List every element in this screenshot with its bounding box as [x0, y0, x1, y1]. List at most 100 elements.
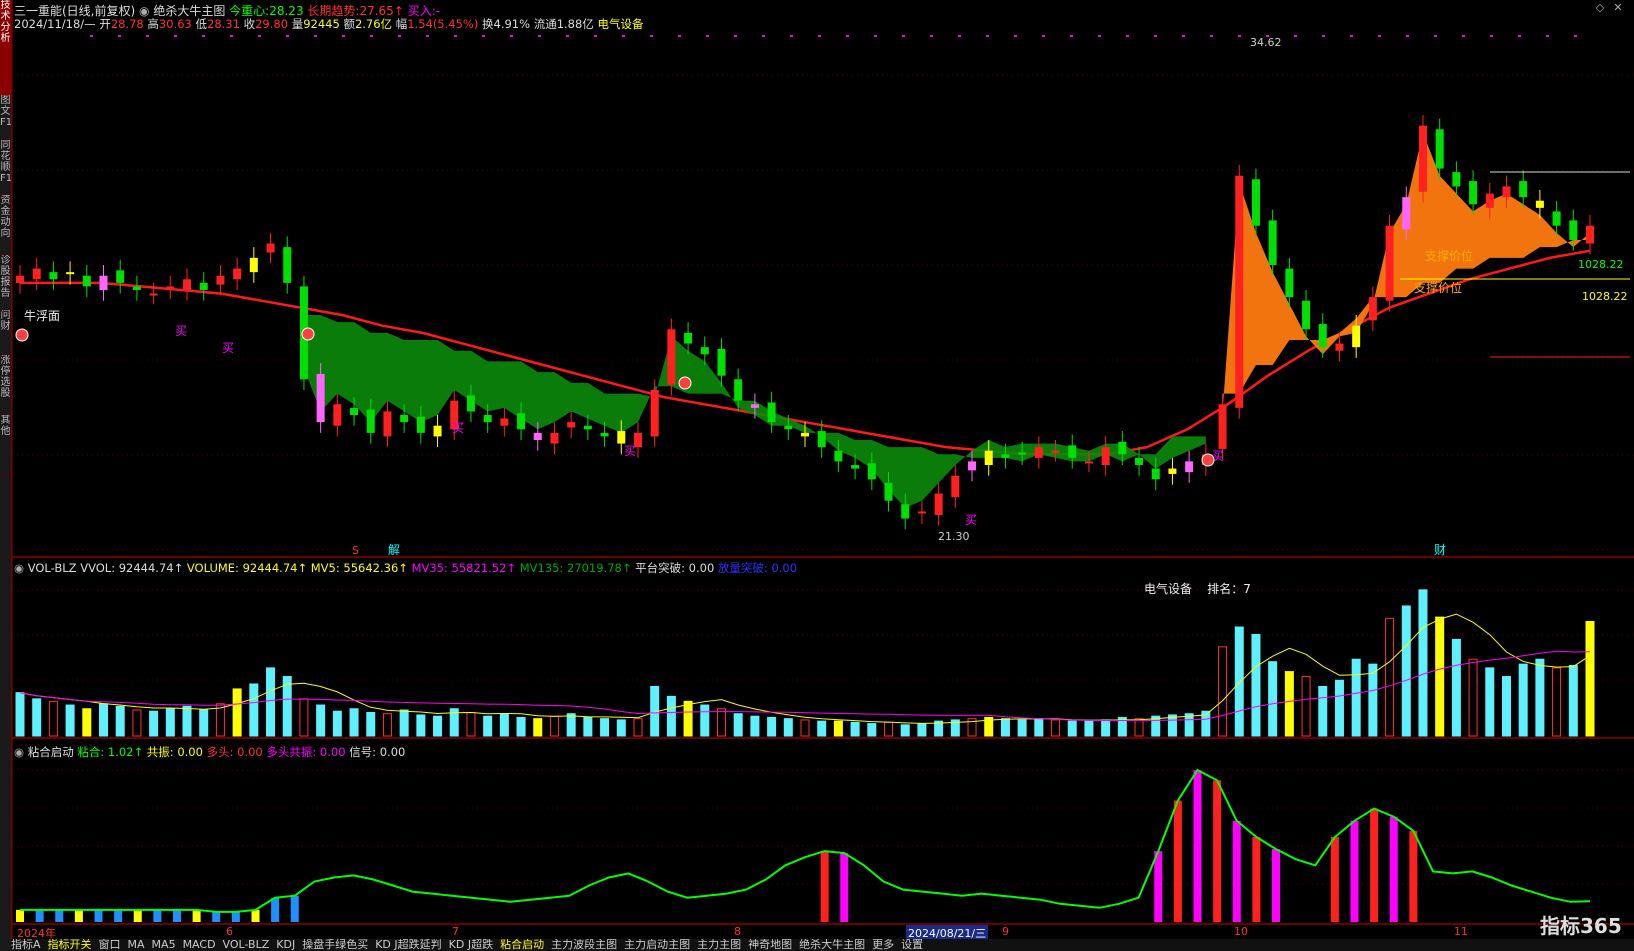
- bottom-tab-2[interactable]: 窗口: [99, 939, 121, 951]
- volume-bar: [817, 720, 827, 737]
- top-dot: [202, 35, 205, 37]
- candle-body: [867, 463, 876, 480]
- bottom-tab-13[interactable]: 主力启动主图: [624, 939, 690, 951]
- volume-bar: [850, 721, 860, 737]
- volume-bar: [1084, 720, 1094, 737]
- top-dot: [1070, 35, 1073, 37]
- ind-name[interactable]: 粘合启动: [28, 745, 74, 759]
- bottom-tab-3[interactable]: MA: [128, 939, 145, 951]
- volume-bar: [249, 683, 259, 737]
- bottom-tab-8[interactable]: 操盘手绿色买: [302, 939, 368, 951]
- top-dot: [678, 35, 681, 37]
- candle-body: [934, 493, 943, 515]
- volume-bar: [48, 700, 58, 737]
- top-dot: [174, 35, 177, 37]
- volume-bar: [733, 713, 743, 737]
- panel-toggle-icon[interactable]: ◉: [14, 561, 24, 575]
- candle-body: [383, 411, 392, 437]
- candle-body: [717, 348, 726, 376]
- candle-body: [1084, 461, 1093, 464]
- top-dot: [510, 35, 513, 37]
- bottom-tab-11[interactable]: 粘合启动: [500, 939, 544, 951]
- volume-bar: [1568, 664, 1578, 737]
- bottom-tab-9[interactable]: KD J超跌延判: [375, 939, 441, 951]
- signal-dot: [15, 328, 29, 342]
- candle-body: [951, 475, 960, 498]
- candle-body: [216, 275, 225, 285]
- top-dot: [1406, 35, 1409, 37]
- volume-bar: [1134, 718, 1144, 737]
- top-dot: [146, 35, 149, 37]
- candle-body: [166, 286, 175, 289]
- volume-bar: [533, 718, 543, 737]
- volume-bar: [266, 667, 276, 737]
- candle-body: [667, 329, 676, 385]
- volume-bar: [716, 708, 726, 737]
- buy-marker: 买: [624, 444, 636, 458]
- candle-body: [984, 450, 993, 465]
- indicator-bar: [840, 853, 849, 922]
- candle-body: [1352, 325, 1361, 348]
- volume-bar: [382, 713, 392, 737]
- volume-bar: [666, 695, 676, 737]
- volume-bar: [165, 708, 175, 737]
- top-dot: [1154, 35, 1157, 37]
- volume-bar: [99, 703, 109, 737]
- indicator-bar: [114, 909, 123, 922]
- bottom-tab-0[interactable]: 指标A: [11, 939, 41, 951]
- bottom-tab-6[interactable]: VOL-BLZ: [223, 939, 270, 951]
- top-dot: [622, 35, 625, 37]
- candle-body: [99, 275, 108, 290]
- volume-bar: [1585, 621, 1595, 737]
- indicator-bar: [1350, 820, 1359, 922]
- candle-body: [1335, 343, 1344, 351]
- volume-layer: [15, 589, 1595, 737]
- top-dot: [902, 35, 905, 37]
- bottom-tab-5[interactable]: MACD: [183, 939, 216, 951]
- volume-bar: [633, 718, 643, 737]
- bottom-tab-14[interactable]: 主力主图: [697, 939, 741, 951]
- indicator-bar: [153, 909, 162, 922]
- top-dot: [258, 35, 261, 37]
- indicator-bar: [1173, 800, 1182, 922]
- top-dot: [1042, 35, 1045, 37]
- top-dot: [230, 35, 233, 37]
- candle-body: [283, 247, 292, 283]
- indicator-bar: [192, 909, 201, 922]
- bottom-tab-bar: 指标A 指标开关 窗口 MA MA5 MACD VOL-BLZ KDJ 操盘手绿色买 KD J超跌…: [11, 939, 1634, 951]
- top-dot: [818, 35, 821, 37]
- bottom-tab-16[interactable]: 绝杀大牛主图: [799, 939, 865, 951]
- bottom-tab-15[interactable]: 神奇地图: [748, 939, 792, 951]
- top-dot: [454, 35, 457, 37]
- price-chart[interactable]: 买买买买买买 34.62 21.30 1028.22 1028.22 支撑价位 …: [0, 0, 1634, 951]
- volume-bar: [399, 709, 409, 737]
- indicator-bar: [173, 909, 181, 922]
- volume-bar: [1034, 718, 1044, 737]
- top-dot: [930, 35, 933, 37]
- candle-body: [834, 450, 843, 462]
- volume-bar: [1451, 638, 1461, 737]
- bottom-tab-18[interactable]: 设置: [901, 939, 923, 951]
- price-label-1: 1028.22: [1578, 258, 1624, 271]
- volume-bar: [332, 710, 342, 737]
- volume-bar: [132, 709, 142, 737]
- indicator-bar: [1213, 780, 1222, 922]
- volume-bar: [683, 700, 693, 737]
- x-label-11: 11: [1454, 925, 1468, 938]
- volume-bar: [1535, 658, 1545, 737]
- candle-body: [1068, 445, 1077, 458]
- panel-toggle-icon-2[interactable]: ◉: [14, 745, 24, 759]
- vol-indicator-name[interactable]: VOL-BLZ: [28, 561, 77, 575]
- bottom-tab-4[interactable]: MA5: [152, 939, 176, 951]
- sector-name: 电气设备: [1144, 582, 1193, 596]
- volume-bar: [82, 708, 92, 737]
- bottom-tab-7[interactable]: KDJ: [276, 939, 295, 951]
- bottom-tab-10[interactable]: KD J超跌: [449, 939, 493, 951]
- indicator-bar: [1232, 820, 1241, 922]
- top-dot: [370, 35, 373, 37]
- top-dot: [1322, 35, 1325, 37]
- bottom-tab-1[interactable]: 指标开关: [48, 939, 92, 951]
- bottom-tab-17[interactable]: 更多: [872, 939, 894, 951]
- bottom-tab-12[interactable]: 主力波段主图: [551, 939, 617, 951]
- candle-body: [1185, 461, 1194, 473]
